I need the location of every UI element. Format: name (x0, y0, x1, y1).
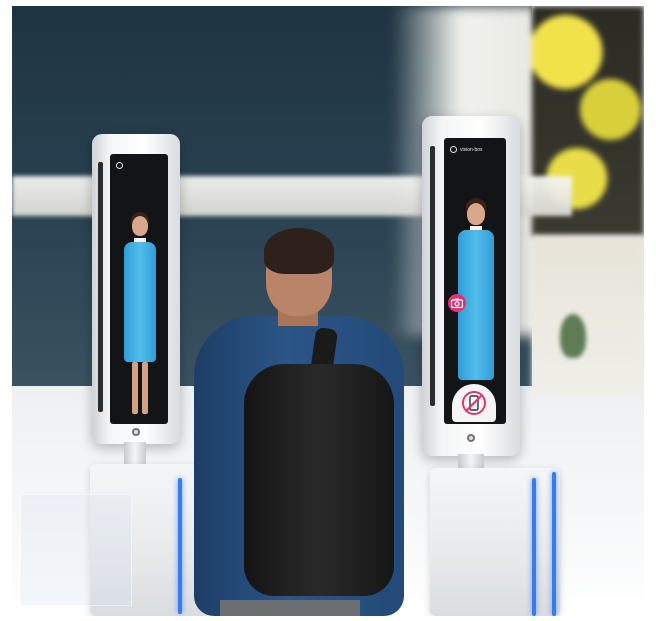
kiosk-left (92, 134, 180, 444)
kiosk-screen: vision-box (444, 138, 506, 424)
photo-scene: vision-box (12, 6, 644, 616)
avatar-figure (456, 198, 496, 388)
logo-icon (116, 162, 123, 169)
gate-light (552, 472, 556, 616)
kiosk-brand-label: vision-box (460, 146, 483, 153)
avatar-figure (122, 212, 158, 422)
gate-glass-panel (20, 494, 132, 606)
kiosk-screen (110, 154, 168, 424)
kiosk-logo: vision-box (450, 146, 483, 153)
backpack (244, 364, 394, 596)
camera-icon (448, 294, 466, 312)
no-phone-icon (452, 384, 496, 422)
kiosk-side-light (430, 146, 435, 406)
gate-right (430, 468, 560, 616)
kiosk-right: vision-box (422, 116, 520, 456)
gate-light (532, 478, 536, 616)
background-right-wall (532, 236, 644, 396)
logo-icon (450, 146, 457, 153)
kiosk-sensor (467, 434, 475, 442)
traveler-pants (220, 600, 360, 616)
kiosk-logo (116, 162, 126, 169)
traveler-hair (264, 228, 334, 274)
kiosk-side-light (98, 162, 103, 412)
kiosk-sensor (132, 428, 140, 436)
traveler-person (180, 224, 420, 616)
background-plant (560, 314, 586, 358)
